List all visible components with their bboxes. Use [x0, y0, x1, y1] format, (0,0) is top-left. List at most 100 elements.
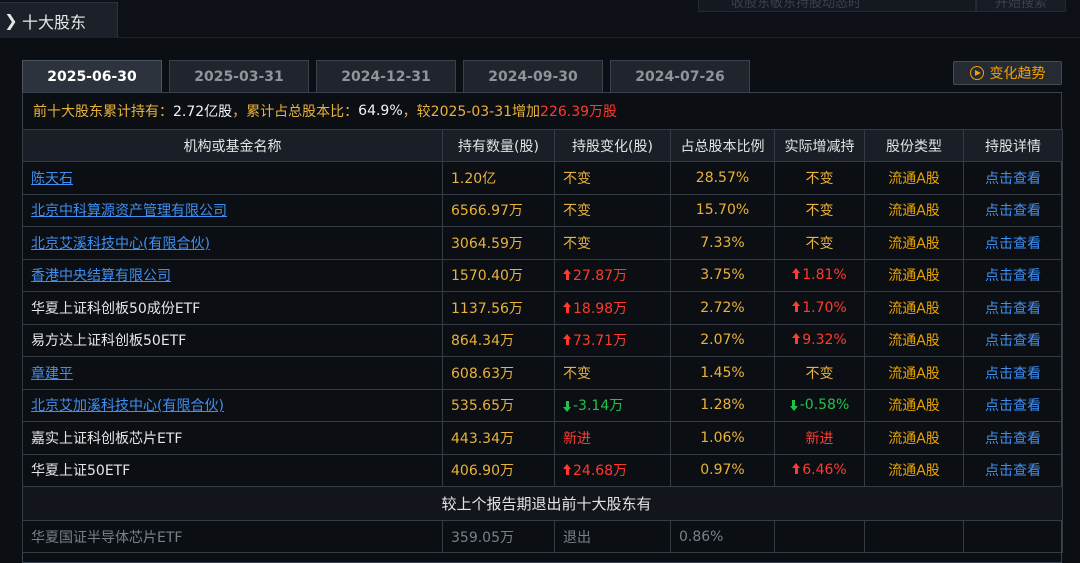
exit-name-cell: 华夏国证半导体芯片ETF	[22, 520, 443, 553]
actual-change-cell: -0.58%	[774, 388, 865, 422]
actual-value: -0.58%	[799, 397, 850, 414]
detail-cell: 点击查看	[963, 388, 1063, 422]
tab-2024-12-31[interactable]: 2024-12-31	[316, 60, 456, 92]
summary-ratio: 64.9%	[358, 103, 403, 119]
column-header[interactable]: 股份类型	[864, 129, 964, 162]
holder-name-cell: 北京中科算源资产管理有限公司	[22, 193, 443, 227]
arrow-down-icon	[789, 400, 798, 412]
change-value: -3.14万	[573, 398, 624, 415]
section-tab[interactable]: ❯ 十大股东	[0, 2, 118, 38]
table-row: 北京艾加溪科技中心(有限合伙) 535.65万 -3.14万 1.28% -0.58% 流…	[22, 388, 1063, 422]
quantity-cell: 1.20亿	[442, 161, 555, 195]
view-detail-link[interactable]: 点击查看	[985, 301, 1041, 317]
holder-link[interactable]: 北京艾加溪科技中心(有限合伙)	[31, 398, 224, 414]
tab-2024-09-30[interactable]: 2024-09-30	[463, 60, 603, 92]
view-detail-link[interactable]: 点击查看	[985, 236, 1041, 252]
actual-change-cell: 9.32%	[774, 323, 865, 357]
arrow-up-icon	[563, 301, 571, 313]
detail-cell: 点击查看	[963, 421, 1063, 455]
column-header[interactable]: 实际增减持	[774, 129, 865, 162]
actual-change-cell: 新进	[774, 421, 865, 455]
column-header[interactable]: 持有数量(股)	[442, 129, 555, 162]
holder-link[interactable]: 陈天石	[31, 171, 73, 187]
search-input[interactable]: 收股东敬东持股动态时	[698, 0, 976, 12]
tab-2025-06-30[interactable]: 2025-06-30	[22, 60, 162, 92]
view-detail-link[interactable]: 点击查看	[985, 203, 1041, 219]
change-cell: 18.98万	[554, 291, 671, 325]
table-row: 北京艾溪科技中心(有限合伙) 3064.59万 不变 7.33% 不变 流通A股 点击查看	[22, 226, 1063, 260]
period-tabs: 2025-06-30 2025-03-31 2024-12-31 2024-09-30…	[22, 60, 757, 92]
detail-cell: 点击查看	[963, 161, 1063, 195]
column-header[interactable]: 机构或基金名称	[22, 129, 443, 162]
actual-change-cell: 不变	[774, 356, 865, 390]
table-row: 章建平 608.63万 不变 1.45% 不变 流通A股 点击查看	[22, 356, 1063, 390]
exit-row: 华夏国证半导体芯片ETF 359.05万 退出 0.86%	[22, 520, 1063, 553]
ratio-cell: 2.72%	[670, 291, 775, 325]
quantity-cell: 608.63万	[442, 356, 555, 390]
share-type-cell: 流通A股	[864, 421, 964, 455]
share-type-cell: 流通A股	[864, 388, 964, 422]
tab-2024-07-26[interactable]: 2024-07-26	[610, 60, 750, 92]
ratio-cell: 1.28%	[670, 388, 775, 422]
holder-link[interactable]: 北京艾溪科技中心(有限合伙)	[31, 236, 210, 252]
summary-line: 前十大股东累计持有： 2.72亿股 ，累计占总股本比： 64.9% ，较2025…	[23, 93, 1061, 129]
ratio-cell: 1.45%	[670, 356, 775, 390]
ratio-cell: 0.97%	[670, 453, 775, 487]
summary-shares: 2.72亿股	[173, 104, 233, 120]
detail-cell: 点击查看	[963, 453, 1063, 487]
trend-button-label: 变化趋势	[989, 66, 1046, 82]
table-row: 北京中科算源资产管理有限公司 6566.97万 不变 15.70% 不变 流通A股 点击查看	[22, 193, 1063, 227]
column-header[interactable]: 持股详情	[963, 129, 1063, 162]
quantity-cell: 1137.56万	[442, 291, 555, 325]
view-detail-link[interactable]: 点击查看	[985, 398, 1041, 414]
search-button[interactable]: 开始搜索	[976, 0, 1066, 12]
share-type-cell: 流通A股	[864, 226, 964, 260]
table-row: 易方达上证科创板50ETF 864.34万 73.71万 2.07% 9.32% 流通A股…	[22, 323, 1063, 357]
shareholders-panel: 前十大股东累计持有： 2.72亿股 ，累计占总股本比： 64.9% ，较2025…	[22, 92, 1063, 563]
trend-button[interactable]: 变化趋势	[953, 61, 1062, 85]
ratio-cell: 28.57%	[670, 161, 775, 195]
holder-link[interactable]: 章建平	[31, 366, 73, 382]
column-header[interactable]: 占总股本比例	[670, 129, 775, 162]
holder-name-cell: 章建平	[22, 356, 443, 390]
holder-name-cell: 北京艾加溪科技中心(有限合伙)	[22, 388, 443, 422]
change-cell: 73.71万	[554, 323, 671, 357]
quantity-cell: 6566.97万	[442, 193, 555, 227]
arrow-up-icon	[792, 463, 801, 475]
view-detail-link[interactable]: 点击查看	[985, 333, 1041, 349]
share-type-cell: 流通A股	[864, 323, 964, 357]
view-detail-link[interactable]: 点击查看	[985, 463, 1041, 479]
detail-cell: 点击查看	[963, 323, 1063, 357]
detail-cell: 点击查看	[963, 356, 1063, 390]
tab-2025-03-31[interactable]: 2025-03-31	[169, 60, 309, 92]
arrow-up-icon	[792, 333, 801, 345]
view-detail-link[interactable]: 点击查看	[985, 171, 1041, 187]
holder-link[interactable]: 北京中科算源资产管理有限公司	[31, 203, 227, 219]
shareholders-table: 机构或基金名称 持有数量(股) 持股变化(股) 占总股本比例 实际增减持 股份类型 持股详情…	[22, 129, 1063, 553]
quantity-cell: 1570.40万	[442, 258, 555, 292]
change-value: 24.68万	[573, 463, 628, 480]
actual-value: 9.32%	[802, 332, 847, 349]
top-bar: ❯ 十大股东 收股东敬东持股动态时 开始搜索	[0, 0, 1080, 38]
view-detail-link[interactable]: 点击查看	[985, 366, 1041, 382]
holder-link[interactable]: 香港中央结算有限公司	[31, 268, 171, 284]
table-row: 华夏上证50ETF 406.90万 24.68万 0.97% 6.46% 流通A股 点击查看	[22, 453, 1063, 487]
shareholders-page: ❯ 十大股东 收股东敬东持股动态时 开始搜索 2025-06-30 2025-03…	[0, 0, 1080, 563]
detail-cell: 点击查看	[963, 291, 1063, 325]
view-detail-link[interactable]: 点击查看	[985, 431, 1041, 447]
exit-qty-cell: 359.05万	[442, 520, 555, 553]
summary-compare: ，较2025-03-31增加	[402, 104, 541, 120]
share-type-cell: 流通A股	[864, 193, 964, 227]
column-header[interactable]: 持股变化(股)	[554, 129, 671, 162]
change-cell: 不变	[554, 356, 671, 390]
actual-change-cell: 不变	[774, 161, 865, 195]
search-button-label: 开始搜索	[995, 0, 1048, 11]
change-cell: 不变	[554, 193, 671, 227]
holder-name-cell: 易方达上证科创板50ETF	[22, 323, 443, 357]
chevron-right-icon: ❯	[4, 11, 18, 30]
change-cell: 27.87万	[554, 258, 671, 292]
exit-detail-cell	[963, 520, 1063, 553]
view-detail-link[interactable]: 点击查看	[985, 268, 1041, 284]
actual-change-cell: 1.70%	[774, 291, 865, 325]
summary-mid: ，累计占总股本比：	[232, 104, 359, 120]
